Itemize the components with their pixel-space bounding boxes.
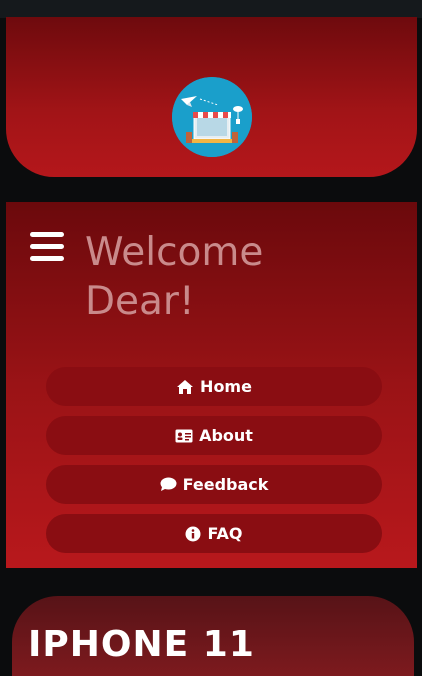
nav-faq-label: FAQ (207, 524, 243, 543)
welcome-heading: Welcome Dear! (85, 228, 385, 326)
home-icon (177, 379, 194, 394)
nav-home-button[interactable]: Home (46, 367, 382, 406)
navigation-panel: Welcome Dear! Home About Feedback FAQ (6, 202, 417, 568)
comment-icon (160, 477, 177, 491)
hamburger-menu-icon[interactable] (30, 232, 64, 262)
product-card-title: IPHONE 11 (28, 624, 255, 665)
welcome-line-2: Dear! (85, 279, 195, 324)
nav-faq-button[interactable]: FAQ (46, 514, 382, 553)
nav-home-label: Home (200, 377, 252, 396)
info-circle-icon (185, 526, 201, 541)
product-card[interactable]: IPHONE 11 (12, 596, 414, 676)
welcome-line-1: Welcome (85, 230, 264, 275)
id-card-icon (175, 429, 193, 442)
nav-feedback-button[interactable]: Feedback (46, 465, 382, 504)
nav-feedback-label: Feedback (182, 475, 269, 494)
nav-about-button[interactable]: About (46, 416, 382, 455)
top-strip (0, 0, 422, 18)
online-store-logo-icon[interactable] (172, 77, 252, 157)
nav-about-label: About (199, 426, 253, 445)
header-banner (6, 17, 417, 177)
